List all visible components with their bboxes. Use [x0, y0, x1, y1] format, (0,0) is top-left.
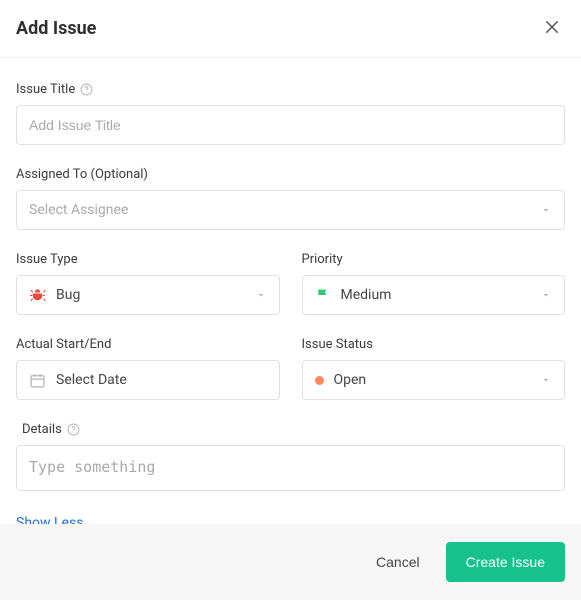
issue-title-input[interactable] [16, 105, 565, 145]
assigned-to-group: Assigned To (Optional) Select Assignee [16, 167, 565, 230]
modal-footer: Cancel Create Issue [0, 524, 581, 600]
type-priority-row: Issue Type Bug Priority [16, 252, 565, 337]
chevron-down-icon [540, 374, 552, 386]
help-icon[interactable] [67, 423, 80, 436]
chevron-down-icon [540, 204, 552, 216]
priority-label: Priority [302, 252, 566, 267]
modal-title: Add Issue [16, 18, 96, 39]
add-issue-modal: Add Issue Issue Title Assigned To (Optio… [0, 0, 581, 600]
issue-type-value: Bug [56, 287, 80, 303]
cancel-button[interactable]: Cancel [370, 546, 426, 578]
details-input[interactable] [16, 445, 565, 491]
show-less-toggle[interactable]: Show Less [16, 515, 83, 524]
issue-status-value: Open [334, 372, 367, 388]
assigned-to-select[interactable]: Select Assignee [16, 190, 565, 230]
details-group: Details [16, 422, 565, 495]
date-status-row: Actual Start/End Select Date Issue Statu… [16, 337, 565, 422]
actual-start-end-group: Actual Start/End Select Date [16, 337, 280, 400]
bug-icon [29, 287, 46, 304]
priority-value: Medium [341, 287, 392, 303]
chevron-down-icon [255, 289, 267, 301]
actual-start-end-picker[interactable]: Select Date [16, 360, 280, 400]
priority-group: Priority Medium [302, 252, 566, 315]
issue-status-label: Issue Status [302, 337, 566, 352]
issue-title-label-row: Issue Title [16, 82, 565, 97]
issue-type-select[interactable]: Bug [16, 275, 280, 315]
details-label-row: Details [22, 422, 565, 437]
details-label: Details [22, 422, 62, 437]
close-icon [543, 18, 561, 39]
date-placeholder: Select Date [56, 372, 127, 388]
flag-icon [315, 287, 331, 303]
actual-start-end-label: Actual Start/End [16, 337, 280, 352]
issue-title-label: Issue Title [16, 82, 75, 97]
chevron-down-icon [540, 289, 552, 301]
issue-title-group: Issue Title [16, 82, 565, 145]
status-dot-icon [315, 376, 324, 385]
issue-type-group: Issue Type Bug [16, 252, 280, 315]
modal-header: Add Issue [0, 0, 581, 58]
priority-select[interactable]: Medium [302, 275, 566, 315]
issue-status-select[interactable]: Open [302, 360, 566, 400]
assigned-to-label: Assigned To (Optional) [16, 167, 565, 182]
issue-type-label: Issue Type [16, 252, 280, 267]
calendar-icon [29, 372, 46, 389]
help-icon[interactable] [80, 83, 93, 96]
modal-body: Issue Title Assigned To (Optional) Selec… [0, 58, 581, 524]
close-button[interactable] [539, 14, 565, 43]
issue-status-group: Issue Status Open [302, 337, 566, 400]
assigned-to-placeholder: Select Assignee [29, 202, 128, 218]
create-issue-button[interactable]: Create Issue [446, 542, 565, 582]
